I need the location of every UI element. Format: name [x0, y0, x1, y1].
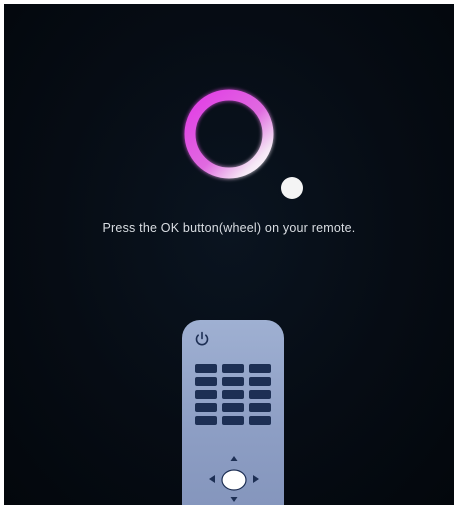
remote-key [222, 390, 244, 399]
remote-key [195, 390, 217, 399]
remote-key [195, 377, 217, 386]
remote-key [222, 364, 244, 373]
instruction-text: Press the OK button(wheel) on your remot… [102, 221, 356, 235]
loading-ring-icon [183, 88, 303, 199]
remote-key [249, 390, 271, 399]
remote-key [222, 416, 244, 425]
remote-key [222, 403, 244, 412]
remote-keypad [195, 364, 271, 425]
remote-key [249, 403, 271, 412]
remote-key [195, 403, 217, 412]
power-icon [195, 331, 209, 346]
ok-wheel-icon [221, 469, 247, 491]
remote-key [195, 416, 217, 425]
remote-key [249, 364, 271, 373]
dpad-down-icon [230, 497, 238, 502]
remote-key [249, 416, 271, 425]
dpad-up-icon [230, 456, 238, 461]
loading-dot [281, 177, 303, 199]
dpad-left-icon [209, 475, 215, 483]
remote-illustration [182, 320, 284, 505]
remote-key [222, 377, 244, 386]
remote-key [249, 377, 271, 386]
remote-key [195, 364, 217, 373]
remote-dpad [209, 456, 259, 502]
dpad-right-icon [253, 475, 259, 483]
tv-screen: Press the OK button(wheel) on your remot… [4, 4, 454, 505]
